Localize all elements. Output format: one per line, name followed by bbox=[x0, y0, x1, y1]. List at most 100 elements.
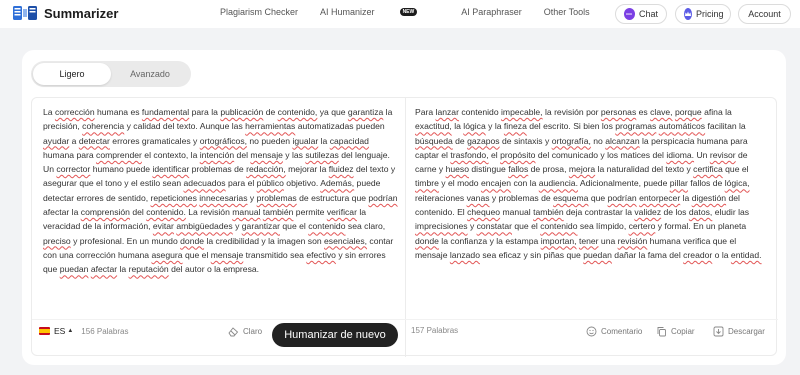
text-word: que bbox=[79, 178, 94, 189]
comment-label: Comentario bbox=[601, 327, 643, 336]
text-word: y bbox=[390, 164, 396, 175]
brand-logo[interactable]: Summarizer bbox=[12, 3, 118, 23]
text-word: exactitud, bbox=[415, 121, 452, 132]
nav-ai-humanizer[interactable]: AI Humanizer NEW bbox=[320, 7, 439, 17]
clear-button[interactable]: Claro bbox=[228, 326, 262, 337]
mode-avanzado[interactable]: Avanzado bbox=[111, 63, 189, 85]
text-word: contar bbox=[369, 235, 394, 246]
chat-icon bbox=[624, 8, 635, 20]
text-word: afectar bbox=[43, 207, 70, 218]
text-word: verificar bbox=[326, 207, 357, 218]
text-word: las bbox=[291, 149, 303, 160]
text-word: la bbox=[359, 207, 367, 218]
copy-button[interactable]: Copiar bbox=[656, 326, 695, 337]
text-word: de bbox=[530, 164, 541, 175]
mode-ligero[interactable]: Ligero bbox=[33, 63, 111, 85]
text-word: pueden bbox=[356, 121, 385, 132]
text-word: sentido, bbox=[118, 192, 149, 203]
chat-button[interactable]: Chat bbox=[615, 4, 667, 24]
text-word: preciso bbox=[43, 235, 71, 246]
text-word: esquema bbox=[553, 192, 589, 203]
humanize-again-button[interactable]: Humanizar de nuevo bbox=[272, 323, 398, 347]
text-word: y bbox=[124, 178, 129, 189]
text-word: Un bbox=[43, 164, 54, 175]
footer-separator bbox=[32, 319, 778, 320]
text-word: errores bbox=[76, 192, 104, 203]
text-word: sea bbox=[347, 221, 362, 232]
text-word: las bbox=[738, 207, 750, 218]
text-word: y bbox=[491, 192, 497, 203]
text-word: fallos bbox=[508, 164, 529, 175]
download-button[interactable]: Descargar bbox=[713, 326, 765, 337]
text-word: comprensión bbox=[80, 207, 130, 218]
text-word: comprender bbox=[96, 149, 142, 160]
text-word: repeticiones bbox=[150, 192, 197, 203]
input-word-count: 156 Palabras bbox=[81, 326, 129, 336]
text-word: que bbox=[282, 221, 297, 232]
text-word: validez bbox=[634, 207, 662, 218]
text-word: son bbox=[307, 235, 322, 246]
text-word: lógica, bbox=[724, 178, 750, 189]
text-word: mensaje bbox=[210, 249, 244, 260]
text-word: verifica bbox=[683, 235, 711, 246]
copy-label: Copiar bbox=[671, 327, 695, 336]
text-word: del bbox=[651, 164, 664, 175]
text-word: del bbox=[132, 207, 144, 218]
text-word: una bbox=[59, 249, 74, 260]
input-text[interactable]: La corrección humana es fundamental para… bbox=[43, 105, 398, 277]
text-word: de bbox=[712, 178, 723, 189]
text-word: humana bbox=[97, 107, 129, 117]
text-word: estilo bbox=[140, 178, 161, 189]
text-word: los bbox=[675, 207, 687, 218]
text-word: certifica bbox=[693, 164, 723, 175]
text-word: bien bbox=[583, 121, 600, 132]
text-word: claro, bbox=[364, 221, 386, 232]
output-text[interactable]: Para lanzar contenido impecable, la revi… bbox=[415, 105, 770, 262]
text-word: la bbox=[454, 121, 461, 132]
text-word: es bbox=[638, 107, 648, 117]
text-word: automáticos bbox=[658, 121, 706, 132]
nav-other-tools[interactable]: Other Tools bbox=[544, 7, 590, 17]
text-word: contexto, bbox=[153, 149, 189, 160]
nav-ai-humanizer-label: AI Humanizer bbox=[320, 7, 375, 17]
account-button[interactable]: Account bbox=[738, 4, 791, 24]
text-word: alcanzan bbox=[605, 135, 640, 146]
nav-plagiarism-checker[interactable]: Plagiarism Checker bbox=[220, 7, 298, 17]
mode-toggle: Ligero Avanzado bbox=[31, 61, 191, 87]
text-word: errores bbox=[112, 135, 140, 146]
text-word: el bbox=[144, 149, 151, 160]
text-word: corrección bbox=[54, 107, 95, 117]
text-word: la bbox=[682, 192, 690, 203]
text-word: para bbox=[191, 107, 209, 117]
text-word: transmitido bbox=[245, 249, 288, 260]
text-word: contenido. bbox=[146, 207, 186, 218]
text-word: perspicacia bbox=[651, 135, 695, 146]
text-word: reputación bbox=[128, 264, 169, 275]
text-word: podrían bbox=[368, 192, 398, 203]
text-word: la bbox=[268, 235, 275, 246]
nav-ai-paraphraser[interactable]: AI Paraphraser bbox=[461, 7, 522, 17]
text-word: puedan bbox=[59, 264, 89, 275]
text-word: del bbox=[341, 149, 353, 160]
text-word: reiteraciones bbox=[415, 192, 465, 203]
text-word: y bbox=[261, 235, 266, 246]
text-word: adecuados bbox=[183, 178, 226, 189]
text-word: y bbox=[235, 221, 240, 232]
text-word: donde bbox=[415, 235, 439, 246]
text-word: de bbox=[234, 164, 244, 175]
text-word: texto. bbox=[176, 121, 198, 132]
language-selector[interactable]: ES ▲ 156 Palabras bbox=[39, 326, 128, 336]
comment-button[interactable]: Comentario bbox=[586, 326, 642, 337]
text-word: del bbox=[537, 149, 550, 160]
text-word: La bbox=[188, 207, 198, 218]
text-word: límpido, bbox=[596, 221, 627, 232]
text-word: estampa bbox=[505, 235, 539, 246]
text-word: es bbox=[130, 107, 140, 117]
text-word: la bbox=[214, 264, 221, 275]
pricing-button[interactable]: Pricing bbox=[675, 4, 731, 24]
text-word: afectar bbox=[90, 264, 118, 275]
text-word: y bbox=[600, 149, 605, 160]
text-word: que bbox=[184, 249, 200, 260]
text-word: para bbox=[76, 149, 94, 160]
text-word: naturalidad bbox=[606, 164, 650, 175]
